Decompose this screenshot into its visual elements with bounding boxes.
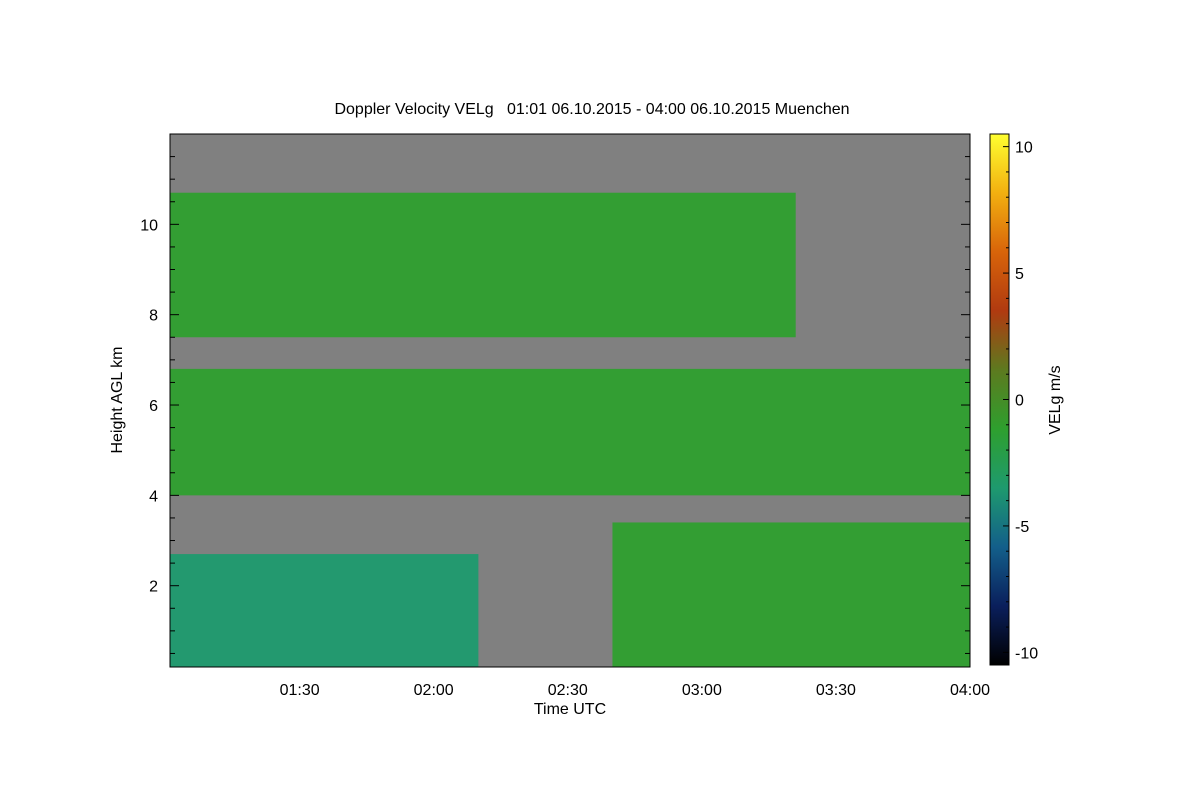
heatmap-region <box>170 554 479 667</box>
y-tick-label: 10 <box>140 217 158 234</box>
colorbar-tick-label: -10 <box>1015 645 1038 662</box>
x-tick-label: 01:30 <box>280 682 320 699</box>
x-tick-label: 03:00 <box>682 682 722 699</box>
colorbar-tick-label: 0 <box>1015 393 1024 410</box>
y-tick-label: 8 <box>149 308 158 325</box>
y-tick-label: 4 <box>149 488 158 505</box>
colorbar-tick-label: 5 <box>1015 266 1024 283</box>
heatmap-region <box>170 192 796 338</box>
y-tick-label: 6 <box>149 398 158 415</box>
x-tick-label: 02:00 <box>414 682 454 699</box>
colorbar-label: VELg m/s <box>1047 365 1064 434</box>
x-tick-label: 02:30 <box>548 682 588 699</box>
y-axis-label: Height AGL km <box>109 346 126 453</box>
chart-title: Doppler Velocity VELg 01:01 06.10.2015 -… <box>334 101 849 118</box>
x-axis: 01:30 02:00 02:30 03:00 03:30 04:00 <box>280 682 991 699</box>
heatmap-region <box>612 522 970 667</box>
colorbar-tick-label: 10 <box>1015 140 1033 157</box>
doppler-velocity-chart: Doppler Velocity VELg 01:01 06.10.2015 -… <box>109 101 1064 718</box>
heatmap-region <box>170 368 970 496</box>
x-tick-label: 03:30 <box>816 682 856 699</box>
colorbar-tick-label: -5 <box>1015 519 1029 536</box>
y-tick-label: 2 <box>149 579 158 596</box>
x-tick-label: 04:00 <box>950 682 990 699</box>
x-axis-label: Time UTC <box>534 701 606 718</box>
